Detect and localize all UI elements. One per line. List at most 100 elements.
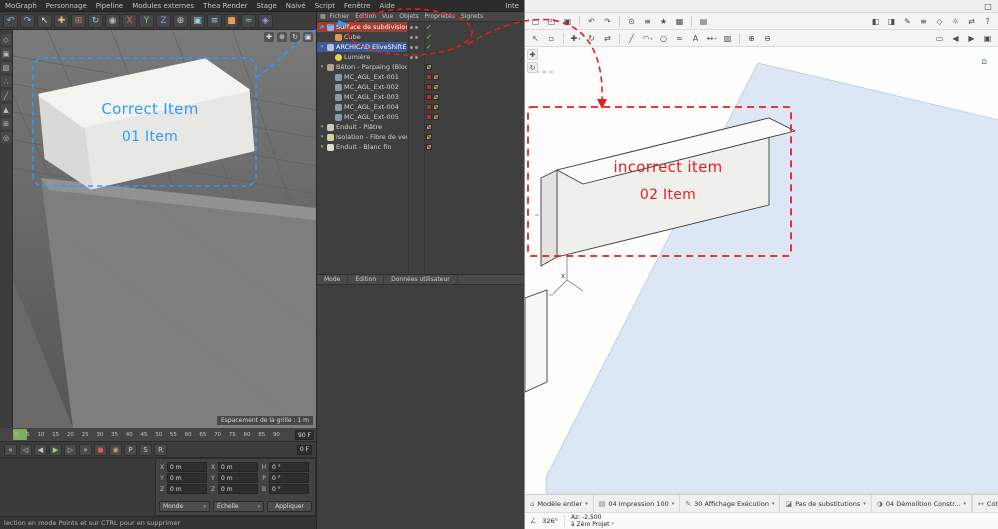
points-mode-icon[interactable]: ∴ [0,76,12,87]
next-frame-button[interactable]: ▷ [64,443,77,456]
quick-option-renovation-filter[interactable]: ◑ 04 Démolition Constr... ▾ [872,495,972,512]
material-row[interactable]: ▾ Enduit - Blanc fin [317,142,524,152]
save-icon[interactable]: ▣ [561,15,574,28]
favorites-icon[interactable]: ★ [657,15,670,28]
reference-level[interactable]: à Zéro Projet ▾ [571,521,614,528]
material-swatches[interactable] [426,144,432,150]
panel-menu-icon[interactable]: ▦ [320,13,326,20]
rotate-icon[interactable]: ↻ [585,32,598,45]
menu-aide[interactable]: Aide [379,2,394,10]
material-row[interactable]: ▾ Enduit - Plâtre [317,122,524,132]
maximize-button[interactable]: □ [978,0,998,13]
om-menu-fichier[interactable]: Fichier [330,13,350,20]
om-menu-vue[interactable]: Vue [382,13,393,20]
undo-icon[interactable]: ↶ [585,15,598,28]
edges-mode-icon[interactable]: ╱ [0,90,12,101]
key-rotation-button[interactable]: R [154,443,167,456]
orbit-view-icon[interactable]: ↻ [527,62,538,73]
end-frame-field[interactable]: 90 F [295,430,314,440]
3d-style-icon[interactable]: ◇ [933,15,946,28]
current-frame-field[interactable]: 0 F [296,444,312,455]
visibility-dots[interactable] [410,55,418,59]
dimension-tool-icon[interactable]: ↔ ▾ [705,32,718,45]
visibility-dots[interactable] [410,35,418,39]
axis-y-lock-icon[interactable]: Y [139,13,154,28]
circle-tool-icon[interactable]: ○ [657,32,670,45]
new-project-icon[interactable]: ▢ [529,15,542,28]
record-button[interactable]: ● [94,443,107,456]
rotate-tool-icon[interactable]: ↻ [88,13,103,28]
expand-arrow-icon[interactable]: ▾ [319,24,325,30]
elevation-value[interactable]: Az: -2,500 [571,514,614,521]
position-y-field[interactable]: 0 m [167,473,207,483]
mirror-icon[interactable]: ⇄ [601,32,614,45]
material-swatches[interactable] [426,64,432,70]
navigator-icon[interactable]: ◧ [869,15,882,28]
quick-option-pen-set[interactable]: ✎ 30 Affichage Exécution ▾ [680,495,781,512]
autokey-button[interactable]: ◉ [109,443,122,456]
expand-arrow-icon[interactable]: ▾ [319,64,325,70]
material-swatches[interactable] [426,124,432,130]
menu-naiv[interactable]: Naivé [286,2,306,10]
quick-option-dimensions-unit[interactable]: ↔Cotations cm [972,495,998,512]
undo-icon[interactable]: ↶ [3,13,18,28]
menu-modules-externes[interactable]: Modules externes [132,2,194,10]
snap-icon[interactable]: ◎ [0,132,12,143]
marquee-tool-icon[interactable]: ▫ [545,32,558,45]
om-menu-propri-t-s[interactable]: Propriétés [425,13,455,20]
organizer-icon[interactable]: ◨ [885,15,898,28]
previous-view-icon[interactable]: ◀ [949,32,962,45]
rotation-p-field[interactable]: 0 ° [269,473,309,483]
select-tool-icon[interactable]: ↖ [37,13,52,28]
om-menu-dition[interactable]: Édition [355,13,376,20]
material-row[interactable]: MC_AGL_Ext-004 [317,102,524,112]
object-row[interactable]: Cube ✓ [317,32,524,42]
spline-tool-icon[interactable]: ≈ [673,32,686,45]
material-swatches[interactable] [426,114,439,120]
prev-key-button[interactable]: ◁ [19,443,32,456]
menu-stage[interactable]: Stage [257,2,277,10]
texture-mode-icon[interactable]: ▨ [0,62,12,73]
arrow-tool-icon[interactable]: ↖ [529,32,542,45]
goto-start-button[interactable]: « [4,443,17,456]
material-row[interactable]: MC_AGL_Ext-003 [317,92,524,102]
layers-icon[interactable]: ▦ [673,15,686,28]
model-mode-icon[interactable]: ▣ [0,48,12,59]
tab-dition[interactable]: Édition [348,275,385,284]
quick-option-model-filter[interactable]: ⌂ Modèle entier ▾ [525,495,594,512]
scale-tool-icon[interactable]: ⊞ [71,13,86,28]
layout-selector[interactable]: Inte [505,2,519,10]
mograph-icon[interactable]: ◈ [258,13,273,28]
zoom-view-icon[interactable]: ⊕ [277,32,287,42]
move-tool-icon[interactable]: ✚ [54,13,69,28]
menu-thea-render[interactable]: Thea Render [203,2,247,10]
key-scale-button[interactable]: S [139,443,152,456]
enable-toggle[interactable]: ✓ [426,33,432,41]
quick-options-icon[interactable]: ≡ [917,15,930,28]
scale-mode-select[interactable]: Échelle ▾ [213,501,264,512]
material-swatches[interactable] [426,94,439,100]
size-z-field[interactable]: 0 m [218,484,258,494]
om-menu-signets[interactable]: Signets [461,13,483,20]
hatch-tool-icon[interactable]: ▨ [721,32,734,45]
teamwork-icon[interactable]: ⇄ [965,15,978,28]
c4d-viewport[interactable]: ✚ ⊕ ↻ ▣ Espacement de la grille : 1 m [13,30,316,428]
cube-primitive-icon[interactable]: ■ [224,13,239,28]
play-button[interactable]: ▶ [49,443,62,456]
archicad-3d-view[interactable]: x ✚ ↻ ⌂ [525,47,998,494]
position-z-field[interactable]: 0 m [167,484,207,494]
apply-button[interactable]: Appliquer [267,501,312,512]
angle-value[interactable]: 326° [542,517,558,525]
position-x-field[interactable]: 0 m [167,462,207,472]
menu-mograph[interactable]: MoGraph [5,2,37,10]
expand-arrow-icon[interactable]: ▾ [319,144,325,150]
rotate-view-icon[interactable]: ↻ [290,32,300,42]
print-icon[interactable]: ▤ [697,15,710,28]
expand-arrow-icon[interactable]: ▾ [319,134,325,140]
home-view-icon[interactable]: ⌂ [981,57,987,67]
om-menu-objets[interactable]: Objets [399,13,418,20]
fullscreen-icon[interactable]: ▣ [981,32,994,45]
material-row[interactable]: ▾ Isolation - Fibre de verre [317,132,524,142]
material-swatches[interactable] [426,104,439,110]
tab-donn-es-utilisateur[interactable]: Données utilisateur [384,275,458,284]
